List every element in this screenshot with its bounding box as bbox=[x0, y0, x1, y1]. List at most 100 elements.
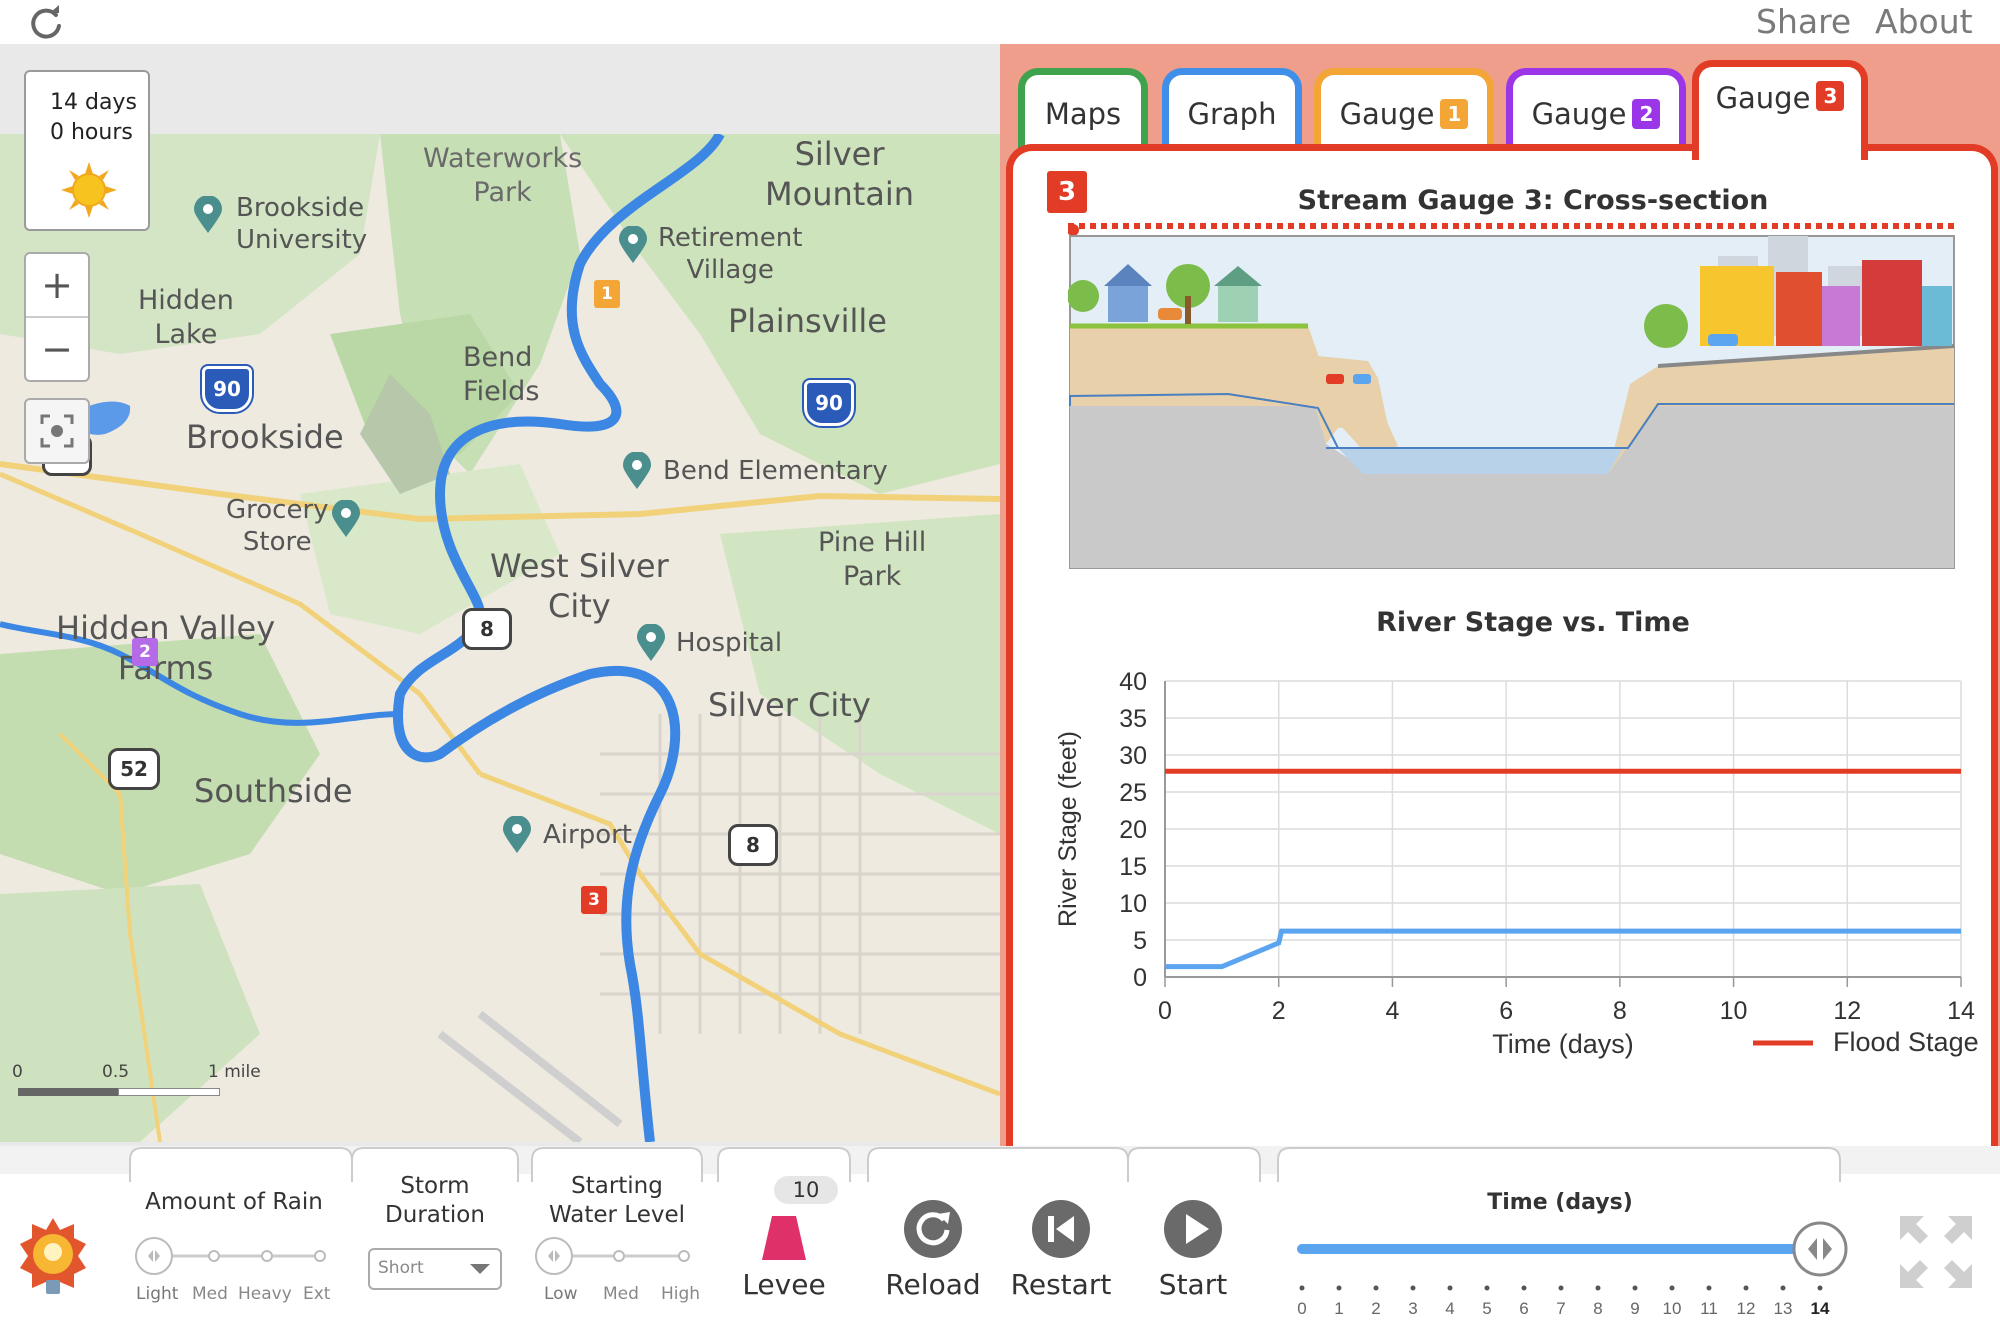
tab-gauge-2[interactable]: Gauge 2 bbox=[1506, 68, 1686, 152]
gauge-3-marker[interactable]: 3 bbox=[581, 886, 607, 914]
location-pin-icon[interactable] bbox=[193, 196, 223, 234]
y-tick-label: 15 bbox=[1119, 853, 1147, 881]
tab-gauge-3[interactable]: Gauge 3 bbox=[1692, 60, 1868, 160]
water-level-slider[interactable] bbox=[534, 1234, 694, 1278]
duration-select[interactable]: Short bbox=[368, 1248, 502, 1290]
river-stage-line bbox=[1165, 928, 1961, 970]
location-pin-icon[interactable] bbox=[618, 226, 648, 264]
time-tick-dot bbox=[1447, 1285, 1453, 1291]
play-icon[interactable] bbox=[1162, 1198, 1224, 1260]
time-tick-dot bbox=[1410, 1285, 1416, 1291]
zoom-in-button[interactable]: + bbox=[26, 254, 88, 318]
time-tick-dot bbox=[1373, 1285, 1379, 1291]
location-pin-icon[interactable] bbox=[502, 816, 532, 854]
recenter-button[interactable] bbox=[24, 398, 90, 464]
zoom-control: + − bbox=[24, 252, 90, 382]
sun-icon bbox=[61, 162, 117, 218]
y-axis-label: River Stage (feet) bbox=[1054, 731, 1082, 927]
time-tick-dot bbox=[1521, 1285, 1527, 1291]
reload-button[interactable]: Reload bbox=[868, 1268, 998, 1301]
water-option-med[interactable]: Med bbox=[603, 1284, 639, 1304]
levee-label[interactable]: Levee bbox=[728, 1268, 840, 1301]
zoom-out-button[interactable]: − bbox=[26, 318, 88, 380]
time-tick-label: 13 bbox=[1774, 1299, 1793, 1318]
duration-title: Storm Duration bbox=[385, 1173, 485, 1228]
x-tick-label: 10 bbox=[1720, 997, 1748, 1025]
interstate-shield: 90 bbox=[202, 366, 252, 412]
time-tick-dot bbox=[1558, 1285, 1564, 1291]
simulation-time-display: 14 days 0 hours bbox=[24, 70, 150, 231]
lightbulb-icon[interactable] bbox=[18, 1216, 88, 1300]
time-slider[interactable]: 0 1 2 3 4 5 6 7 8 9 10 11 12 13 14 bbox=[1290, 1216, 1850, 1320]
tab-graph[interactable]: Graph bbox=[1162, 68, 1302, 152]
legend-label-flood-stage: Flood Stage bbox=[1833, 1027, 1979, 1057]
restart-button[interactable]: Restart bbox=[996, 1268, 1126, 1301]
location-pin-icon[interactable] bbox=[331, 500, 361, 538]
time-tick-label: 1 bbox=[1334, 1299, 1343, 1318]
water-option-high[interactable]: High bbox=[661, 1284, 700, 1304]
duration-value: Short bbox=[378, 1258, 424, 1278]
y-tick-label: 0 bbox=[1133, 964, 1147, 992]
reload-icon[interactable] bbox=[902, 1198, 964, 1260]
rain-option-light[interactable]: Light bbox=[136, 1284, 178, 1304]
time-tick-label: 11 bbox=[1700, 1299, 1718, 1318]
time-tick-label: 14 bbox=[1811, 1299, 1830, 1318]
gauge-2-marker[interactable]: 2 bbox=[132, 638, 158, 666]
time-tick-dot bbox=[1299, 1285, 1305, 1291]
map-view[interactable]: Waterworks Park Silver Mountain Brookside U… bbox=[0, 134, 1000, 1142]
levee-count: 10 bbox=[774, 1176, 838, 1204]
river-stage-chart: 0 5 10 15 20 25 30 35 40 0 2 4 6 8 10 12 14 Time (days) Ri… bbox=[1054, 668, 1979, 1059]
label-southside: Southside bbox=[194, 772, 353, 810]
y-tick-label: 30 bbox=[1119, 742, 1147, 770]
gauge-3-content: 3 Stream Gauge 3: Cross-section River St… bbox=[1006, 144, 1998, 1154]
water-level-title: Starting Water Level bbox=[548, 1173, 685, 1228]
map-scale: 0 0.5 1 mile bbox=[10, 1062, 280, 1102]
restart-icon[interactable] bbox=[1030, 1198, 1092, 1260]
label-plainsville: Plainsville bbox=[728, 302, 887, 340]
y-tick-label: 35 bbox=[1119, 705, 1147, 733]
label-grocery-store: Grocery Store bbox=[226, 495, 329, 557]
time-tick-label: 5 bbox=[1482, 1299, 1491, 1318]
chart-title: River Stage vs. Time bbox=[1376, 607, 1690, 638]
time-tick-dot bbox=[1780, 1285, 1786, 1291]
y-tick-label: 10 bbox=[1119, 890, 1147, 918]
right-panel: Maps Graph Gauge 1 Gauge 2 Gauge 3 3 Str… bbox=[1000, 44, 2000, 1154]
x-tick-label: 8 bbox=[1613, 997, 1627, 1025]
time-tick-dot bbox=[1595, 1285, 1601, 1291]
time-tick-label: 12 bbox=[1737, 1299, 1756, 1318]
label-silver-mountain: Silver Mountain bbox=[765, 135, 915, 213]
rain-slider[interactable] bbox=[134, 1234, 334, 1278]
location-pin-icon[interactable] bbox=[636, 624, 666, 662]
time-slider-handle[interactable] bbox=[1792, 1221, 1848, 1277]
fullscreen-icon[interactable] bbox=[1896, 1212, 1976, 1292]
start-button[interactable]: Start bbox=[1128, 1268, 1258, 1301]
gauge-2-badge: 2 bbox=[1632, 98, 1661, 129]
label-hidden-lake: Hidden Lake bbox=[138, 285, 234, 350]
share-link[interactable]: Share bbox=[1756, 2, 1851, 41]
time-tick-label: 3 bbox=[1408, 1299, 1417, 1318]
rain-option-heavy[interactable]: Heavy bbox=[238, 1284, 292, 1304]
gauge-3-badge: 3 bbox=[1816, 81, 1845, 111]
tab-maps[interactable]: Maps bbox=[1018, 68, 1148, 152]
gauge-1-marker[interactable]: 1 bbox=[594, 280, 620, 308]
rain-option-med[interactable]: Med bbox=[192, 1284, 228, 1304]
x-tick-label: 6 bbox=[1499, 997, 1513, 1025]
x-tick-label: 4 bbox=[1385, 997, 1399, 1025]
time-tick-label: 9 bbox=[1630, 1299, 1639, 1318]
levee-icon[interactable] bbox=[762, 1214, 806, 1260]
time-tick-label: 2 bbox=[1371, 1299, 1380, 1318]
water-option-low[interactable]: Low bbox=[544, 1284, 577, 1304]
label-brookside: Brookside bbox=[186, 418, 344, 456]
x-tick-label: 0 bbox=[1158, 997, 1172, 1025]
time-tick-label: 6 bbox=[1519, 1299, 1528, 1318]
location-pin-icon[interactable] bbox=[622, 452, 652, 490]
time-tick-dot bbox=[1484, 1285, 1490, 1291]
rain-option-ext[interactable]: Ext bbox=[303, 1284, 330, 1304]
label-brookside-university: Brookside University bbox=[236, 193, 368, 255]
recenter-icon bbox=[40, 414, 74, 448]
refresh-icon[interactable] bbox=[26, 4, 66, 44]
about-link[interactable]: About bbox=[1875, 2, 1973, 41]
label-pine-hill-park: Pine Hill Park bbox=[818, 527, 927, 592]
tab-gauge-1[interactable]: Gauge 1 bbox=[1314, 68, 1494, 152]
time-tick-dot bbox=[1817, 1285, 1823, 1291]
